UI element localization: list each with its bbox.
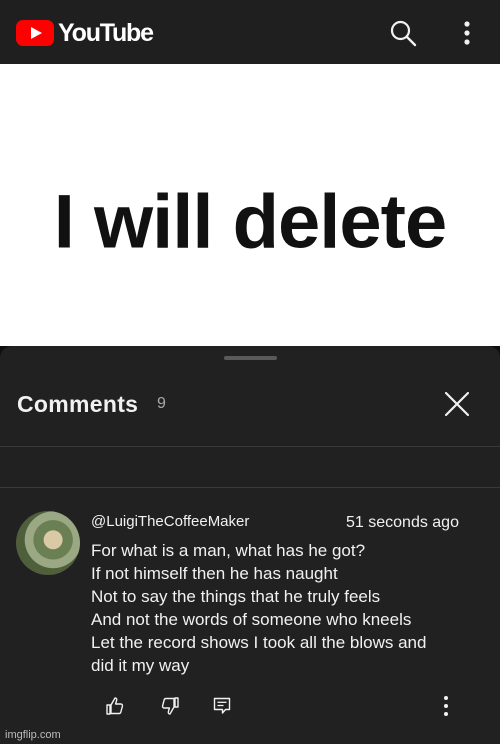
top-app-bar: YouTube [0, 0, 500, 64]
comments-title: Comments [17, 391, 139, 417]
comment-text: For what is a man, what has he got? If n… [91, 539, 486, 677]
comment-line: did it my way [91, 656, 190, 675]
close-icon[interactable] [443, 390, 471, 418]
more-vertical-icon[interactable] [455, 19, 479, 47]
avatar[interactable] [16, 511, 80, 575]
youtube-logo-text: YouTube [58, 18, 154, 47]
video-player[interactable]: I will delete [0, 64, 500, 346]
video-overlay-text: I will delete [53, 179, 447, 265]
dislike-icon[interactable] [160, 696, 180, 716]
divider [0, 487, 500, 488]
comments-count: 9 [157, 395, 166, 412]
watermark: imgflip.com [5, 729, 61, 741]
divider [0, 446, 500, 447]
search-icon[interactable] [389, 19, 417, 47]
like-icon[interactable] [105, 696, 125, 716]
comment-line: For what is a man, what has he got? [91, 541, 366, 560]
reply-icon[interactable] [212, 696, 232, 716]
more-vertical-icon[interactable] [436, 694, 456, 718]
youtube-play-icon [16, 20, 54, 46]
comment-timestamp: 51 seconds ago [346, 514, 459, 531]
youtube-logo[interactable]: YouTube [16, 18, 154, 47]
comment-line: Not to say the things that he truly feel… [91, 587, 381, 606]
drag-handle[interactable] [224, 356, 277, 360]
comments-panel: Comments 9 @LuigiTheCoffeeMaker 51 secon… [0, 346, 500, 744]
comment-line: And not the words of someone who kneels [91, 610, 412, 629]
comment-line: Let the record shows I took all the blow… [91, 633, 427, 652]
comment-author[interactable]: @LuigiTheCoffeeMaker [91, 513, 249, 530]
comment-line: If not himself then he has naught [91, 564, 338, 583]
